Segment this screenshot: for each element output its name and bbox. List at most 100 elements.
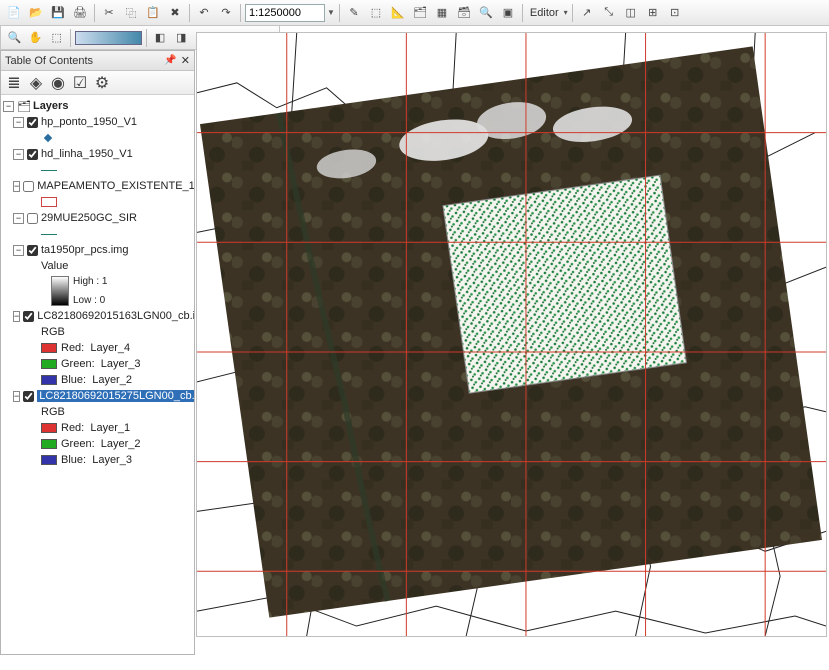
copy-icon[interactable]: ⿻ — [121, 3, 141, 23]
map-canvas[interactable] — [196, 32, 827, 637]
red-swatch-icon — [41, 423, 57, 433]
layer-name[interactable]: 29MUE250GC_SIR — [41, 212, 137, 224]
band-color: Red: — [61, 342, 84, 354]
band-layer: Layer_2 — [101, 438, 141, 450]
separator — [94, 4, 95, 22]
layer-name[interactable]: MAPEAMENTO_EXISTENTE_100000 — [37, 180, 194, 192]
collapse-icon[interactable]: − — [13, 181, 20, 192]
new-icon[interactable]: 📄 — [4, 3, 24, 23]
pan-icon[interactable]: ✋ — [26, 28, 45, 48]
layer-checkbox[interactable] — [27, 213, 38, 224]
list-by-selection-icon[interactable]: ☑ — [71, 74, 89, 92]
inset-tile — [443, 175, 686, 393]
toc-titlebar: Table Of Contents 📌 ✕ — [1, 51, 194, 71]
undo-icon[interactable]: ↶ — [194, 3, 214, 23]
layer-checkbox[interactable] — [27, 117, 38, 128]
value-label: Value — [41, 260, 68, 272]
catalog-icon[interactable]: 🗃 — [454, 3, 474, 23]
green-swatch-icon — [41, 439, 57, 449]
layer-checkbox[interactable] — [23, 311, 34, 322]
pin-icon[interactable]: 📌 — [164, 55, 176, 66]
separator — [189, 4, 190, 22]
separator — [240, 4, 241, 22]
tool-icon[interactable]: ⬚ — [366, 3, 386, 23]
blue-swatch-icon — [41, 455, 57, 465]
layer-name[interactable]: ta1950pr_pcs.img — [41, 244, 128, 256]
layer-checkbox[interactable] — [27, 245, 38, 256]
band-color: Red: — [61, 422, 84, 434]
color-ramp[interactable] — [75, 31, 141, 45]
layer-checkbox[interactable] — [23, 391, 34, 402]
list-by-visibility-icon[interactable]: ◉ — [49, 74, 67, 92]
scale-combo[interactable] — [245, 4, 325, 22]
tool-icon[interactable]: ✎ — [344, 3, 364, 23]
polygon-symbol-icon — [41, 197, 57, 207]
options-icon[interactable]: ⚙ — [93, 74, 111, 92]
ramp-low: Low : 0 — [73, 295, 107, 306]
cut-icon[interactable]: ✂ — [99, 3, 119, 23]
green-swatch-icon — [41, 359, 57, 369]
raster-ramp: High : 1Low : 0 — [3, 276, 192, 306]
collapse-icon[interactable]: − — [13, 311, 20, 322]
open-icon[interactable]: 📂 — [26, 3, 46, 23]
tool-icon[interactable]: ⊞ — [643, 3, 663, 23]
toc-tree[interactable]: −🗂 Layers −hp_ponto_1950_V1 −hd_linha_19… — [1, 95, 194, 654]
separator — [70, 29, 71, 47]
select-icon[interactable]: ⬚ — [47, 28, 66, 48]
list-by-source-icon[interactable]: ◈ — [27, 74, 45, 92]
layer-name[interactable]: hp_ponto_1950_V1 — [41, 116, 137, 128]
tool-icon[interactable]: ↗ — [577, 3, 597, 23]
zoom-in-icon[interactable]: 🔍 — [5, 28, 24, 48]
collapse-icon[interactable]: − — [3, 101, 14, 112]
tool-icon[interactable]: ◨ — [172, 28, 191, 48]
tool-icon[interactable]: ▣ — [498, 3, 518, 23]
tool-icon[interactable]: ◫ — [621, 3, 641, 23]
rgb-label: RGB — [41, 326, 65, 338]
layers-root[interactable]: Layers — [33, 100, 68, 112]
delete-icon[interactable]: ✖ — [165, 3, 185, 23]
band-layer: Layer_4 — [90, 342, 130, 354]
band-layer: Layer_3 — [92, 454, 132, 466]
separator — [146, 29, 147, 47]
dropdown-icon[interactable]: ▾ — [564, 8, 568, 17]
blue-swatch-icon — [41, 375, 57, 385]
layer-checkbox[interactable] — [23, 181, 34, 192]
layer-name[interactable]: hd_linha_1950_V1 — [41, 148, 133, 160]
rgb-label: RGB — [41, 406, 65, 418]
toc-toolbar: ≣ ◈ ◉ ☑ ⚙ — [1, 71, 194, 95]
paste-icon[interactable]: 📋 — [143, 3, 163, 23]
redo-icon[interactable]: ↷ — [216, 3, 236, 23]
band-layer: Layer_3 — [101, 358, 141, 370]
dropdown-icon[interactable]: ▼ — [327, 8, 335, 17]
main-toolbar: 📄 📂 💾 🖨 ✂ ⿻ 📋 ✖ ↶ ↷ ▼ ✎ ⬚ 📐 🗂 ▦ 🗃 🔍 ▣ Ed… — [0, 0, 829, 26]
band-color: Green: — [61, 438, 95, 450]
collapse-icon[interactable]: − — [13, 391, 20, 402]
toc-panel: Table Of Contents 📌 ✕ ≣ ◈ ◉ ☑ ⚙ −🗂 Layer… — [0, 50, 195, 655]
print-icon[interactable]: 🖨 — [70, 3, 90, 23]
layer-name[interactable]: LC82180692015163LGN00_cb.img — [37, 310, 194, 322]
tool-icon[interactable]: ⤡ — [599, 3, 619, 23]
band-layer: Layer_2 — [92, 374, 132, 386]
toc-title-label: Table Of Contents — [5, 55, 93, 67]
editor-dropdown[interactable]: Editor — [530, 7, 559, 19]
collapse-icon[interactable]: − — [13, 117, 24, 128]
separator — [522, 4, 523, 22]
ramp-icon — [51, 276, 69, 306]
band-color: Green: — [61, 358, 95, 370]
layer-checkbox[interactable] — [27, 149, 38, 160]
tool-icon[interactable]: ⊡ — [665, 3, 685, 23]
layer-name-selected[interactable]: LC82180692015275LGN00_cb.img — [37, 390, 194, 402]
save-icon[interactable]: 💾 — [48, 3, 68, 23]
list-by-drawing-icon[interactable]: ≣ — [5, 74, 23, 92]
collapse-icon[interactable]: − — [13, 245, 24, 256]
close-icon[interactable]: ✕ — [181, 54, 190, 67]
tool-icon[interactable]: 📐 — [388, 3, 408, 23]
collapse-icon[interactable]: − — [13, 149, 24, 160]
search-icon[interactable]: 🔍 — [476, 3, 496, 23]
tool-icon[interactable]: 🗂 — [410, 3, 430, 23]
line-symbol-icon — [41, 170, 57, 171]
point-symbol-icon — [44, 134, 52, 142]
tool-icon[interactable]: ▦ — [432, 3, 452, 23]
collapse-icon[interactable]: − — [13, 213, 24, 224]
tool-icon[interactable]: ◧ — [151, 28, 170, 48]
